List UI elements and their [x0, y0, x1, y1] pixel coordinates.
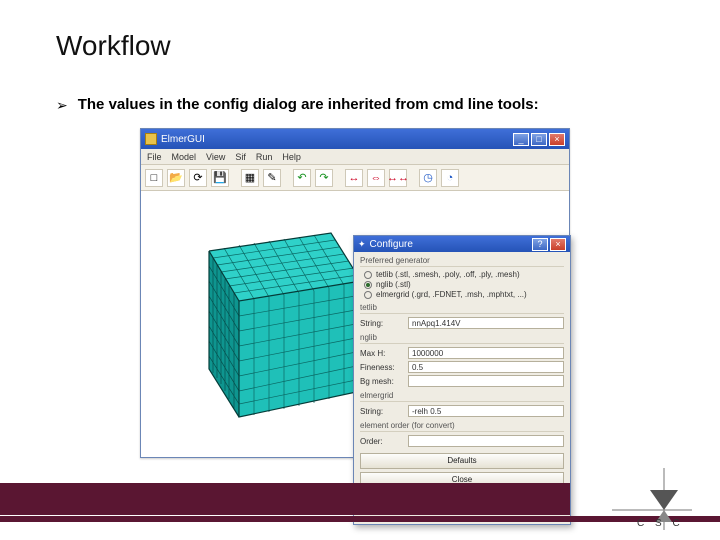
- group-convert: element order (for convert) Order:: [360, 421, 564, 447]
- open-icon[interactable]: 📂: [167, 169, 185, 187]
- radio-tetlib[interactable]: tetlib (.stl, .smesh, .poly, .off, .ply,…: [364, 270, 564, 279]
- reload-icon[interactable]: ⟳: [189, 169, 207, 187]
- group-convert-title: element order (for convert): [360, 421, 564, 432]
- ng-bgmesh-label: Bg mesh:: [360, 377, 404, 386]
- eg-string-input[interactable]: -relh 0.5: [408, 405, 564, 417]
- radio-elmergrid[interactable]: elmergrid (.grd, .FDNET, .msh, .mphtxt, …: [364, 290, 564, 299]
- radio-icon: [364, 291, 372, 299]
- cfg-titlebar: ✦ Configure ? ×: [354, 236, 570, 252]
- group-tetlib-title: tetlib: [360, 303, 564, 314]
- info-icon[interactable]: ◷: [419, 169, 437, 187]
- group-elmergrid-title: elmergrid: [360, 391, 564, 402]
- wand-icon: ✦: [358, 239, 366, 250]
- help-icon[interactable]: ◔: [441, 169, 459, 187]
- ng-bgmesh-input[interactable]: [408, 375, 564, 387]
- tet-string-label: String:: [360, 319, 404, 328]
- order-input[interactable]: [408, 435, 564, 447]
- app-icon: [145, 133, 157, 145]
- close-button[interactable]: ×: [549, 133, 565, 146]
- csc-logo: C S C: [612, 468, 692, 530]
- order-label: Order:: [360, 437, 404, 446]
- width-icon[interactable]: ↔: [345, 169, 363, 187]
- shrink-icon[interactable]: ⇔: [367, 169, 385, 187]
- defaults-button[interactable]: Defaults: [360, 453, 564, 469]
- radio-nglib-label: nglib (.stl): [376, 280, 411, 289]
- app-titlebar: ElmerGUI _ □ ×: [141, 129, 569, 149]
- bullet-arrow-icon: ➢: [56, 96, 68, 114]
- bullet-text: The values in the config dialog are inhe…: [78, 96, 539, 113]
- ng-maxh-input[interactable]: 1000000: [408, 347, 564, 359]
- minimize-button[interactable]: _: [513, 133, 529, 146]
- toolbar: □ 📂 ⟳ 💾 ▦ ✎ ↶ ↷ ↔ ⇔ ↔↔ ◷ ◔: [141, 165, 569, 191]
- radio-elmergrid-label: elmergrid (.grd, .FDNET, .msh, .mphtxt, …: [376, 290, 527, 299]
- ng-fineness-label: Fineness:: [360, 363, 404, 372]
- mesh-cube: [161, 221, 371, 421]
- redo-icon[interactable]: ↷: [315, 169, 333, 187]
- app-window: ElmerGUI _ □ × File Model View Sif Run H…: [140, 128, 570, 458]
- expand-icon[interactable]: ↔↔: [389, 169, 407, 187]
- eg-string-label: String:: [360, 407, 404, 416]
- menu-sif[interactable]: Sif: [235, 152, 246, 162]
- undo-icon[interactable]: ↶: [293, 169, 311, 187]
- configure-dialog: ✦ Configure ? × Preferred generator tetl…: [353, 235, 571, 525]
- bullet-row: ➢ The values in the config dialog are in…: [56, 96, 539, 114]
- cfg-title: Configure: [370, 239, 413, 250]
- group-tetlib: tetlib String: nnApq1.414V: [360, 303, 564, 329]
- group-nglib: nglib Max H: 1000000 Fineness: 0.5 Bg me…: [360, 333, 564, 387]
- radio-icon: [364, 271, 372, 279]
- new-icon[interactable]: □: [145, 169, 163, 187]
- menu-run[interactable]: Run: [256, 152, 273, 162]
- save-icon[interactable]: 💾: [211, 169, 229, 187]
- maximize-button[interactable]: □: [531, 133, 547, 146]
- logo-text: C S C: [637, 518, 684, 529]
- ng-maxh-label: Max H:: [360, 349, 404, 358]
- radio-tetlib-label: tetlib (.stl, .smesh, .poly, .off, .ply,…: [376, 270, 520, 279]
- group-generator-title: Preferred generator: [360, 256, 564, 267]
- viewport-3d[interactable]: ✦ Configure ? × Preferred generator tetl…: [141, 191, 569, 457]
- radio-icon: [364, 281, 372, 289]
- menubar: File Model View Sif Run Help: [141, 149, 569, 165]
- group-elmergrid: elmergrid String: -relh 0.5: [360, 391, 564, 417]
- menu-file[interactable]: File: [147, 152, 162, 162]
- menu-model[interactable]: Model: [172, 152, 197, 162]
- tet-string-input[interactable]: nnApq1.414V: [408, 317, 564, 329]
- mesh-icon[interactable]: ▦: [241, 169, 259, 187]
- group-nglib-title: nglib: [360, 333, 564, 344]
- menu-help[interactable]: Help: [282, 152, 301, 162]
- ng-fineness-input[interactable]: 0.5: [408, 361, 564, 373]
- radio-nglib[interactable]: nglib (.stl): [364, 280, 564, 289]
- group-generator: Preferred generator tetlib (.stl, .smesh…: [360, 256, 564, 299]
- cfg-body: Preferred generator tetlib (.stl, .smesh…: [354, 252, 570, 495]
- menu-view[interactable]: View: [206, 152, 225, 162]
- cfg-close-button[interactable]: ×: [550, 238, 566, 251]
- app-title: ElmerGUI: [161, 134, 205, 145]
- edit-icon[interactable]: ✎: [263, 169, 281, 187]
- slide-title: Workflow: [56, 30, 171, 62]
- footer-bar: [0, 483, 570, 515]
- cfg-help-button[interactable]: ?: [532, 238, 548, 251]
